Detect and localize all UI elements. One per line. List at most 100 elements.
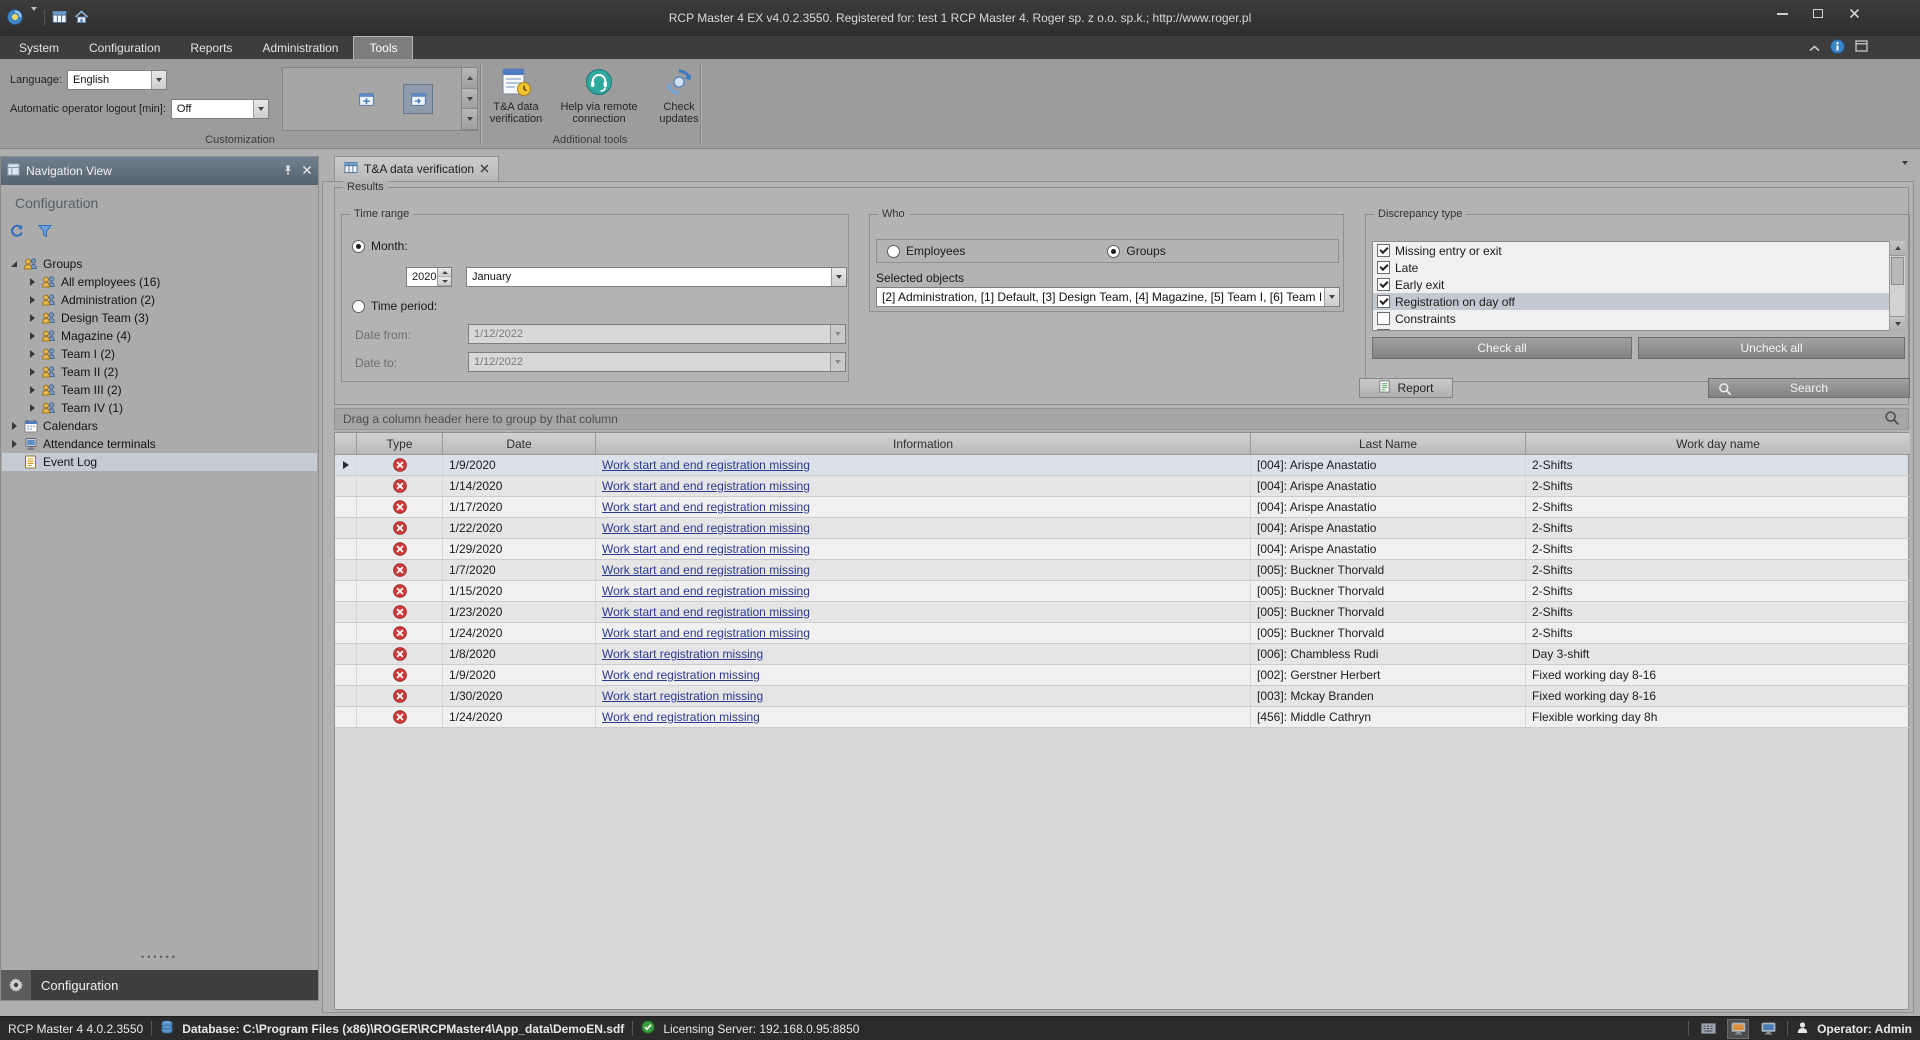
info-icon[interactable] bbox=[1830, 39, 1845, 57]
expand-icon[interactable] bbox=[26, 332, 38, 340]
discrepancy-item-early-exit[interactable]: Early exit bbox=[1373, 276, 1904, 293]
information-link[interactable]: Work start and end registration missing bbox=[602, 458, 810, 472]
app-menu-chevron-icon[interactable] bbox=[31, 11, 37, 25]
app-icon[interactable] bbox=[6, 8, 24, 29]
table-row[interactable]: 1/9/2020Work start and end registration … bbox=[335, 455, 1908, 476]
table-row[interactable]: 1/14/2020Work start and end registration… bbox=[335, 476, 1908, 497]
tree-item-magazine-4[interactable]: Magazine (4) bbox=[2, 327, 317, 345]
logout-select[interactable]: Off bbox=[171, 99, 269, 119]
tool-button-help-via-remote-connection[interactable]: Help via remote connection bbox=[555, 63, 643, 125]
table-row[interactable]: 1/30/2020Work start registration missing… bbox=[335, 686, 1908, 707]
checkbox[interactable] bbox=[1377, 261, 1390, 274]
monitor-icon[interactable] bbox=[1757, 1019, 1779, 1039]
search-button[interactable]: Search bbox=[1708, 378, 1910, 398]
scroll-up-icon[interactable] bbox=[1890, 241, 1905, 256]
table-row[interactable]: 1/17/2020Work start and end registration… bbox=[335, 497, 1908, 518]
table-row[interactable]: 1/24/2020Work end registration missing[4… bbox=[335, 707, 1908, 728]
expand-icon[interactable] bbox=[8, 440, 20, 448]
tree-item-administration-2[interactable]: Administration (2) bbox=[2, 291, 317, 309]
selected-objects-select[interactable]: [2] Administration, [1] Default, [3] Des… bbox=[876, 287, 1340, 307]
check-all-button[interactable]: Check all bbox=[1372, 337, 1632, 359]
table-row[interactable]: 1/23/2020Work start and end registration… bbox=[335, 602, 1908, 623]
tool-button-t-a-data-verification[interactable]: T&A data verification bbox=[483, 63, 549, 125]
information-link[interactable]: Work start registration missing bbox=[602, 647, 763, 661]
window-icon[interactable] bbox=[1855, 40, 1868, 55]
gallery-scroll-up-button[interactable] bbox=[462, 68, 477, 89]
filter-icon[interactable] bbox=[37, 223, 53, 242]
year-spinner[interactable]: 2020 bbox=[406, 267, 452, 287]
date-to-select[interactable]: 1/12/2022 bbox=[468, 352, 846, 372]
refresh-icon[interactable] bbox=[9, 223, 25, 242]
scrollbar-thumb[interactable] bbox=[1891, 257, 1904, 285]
expand-icon[interactable] bbox=[26, 296, 38, 304]
tab-list-chevron-icon[interactable] bbox=[1902, 165, 1908, 179]
information-link[interactable]: Work start and end registration missing bbox=[602, 479, 810, 493]
collapse-icon[interactable] bbox=[8, 261, 20, 267]
tab-ta-data-verification[interactable]: T&A data verification bbox=[334, 156, 499, 181]
discrepancy-item-late[interactable]: Late bbox=[1373, 259, 1904, 276]
gallery-dropdown-button[interactable] bbox=[462, 109, 477, 130]
menu-tab-configuration[interactable]: Configuration bbox=[74, 36, 175, 59]
information-link[interactable]: Work start and end registration missing bbox=[602, 605, 810, 619]
tree-item-event-log[interactable]: Event Log bbox=[2, 453, 317, 471]
employees-radio[interactable] bbox=[887, 245, 900, 258]
menu-tab-system[interactable]: System bbox=[4, 36, 74, 59]
expand-icon[interactable] bbox=[26, 350, 38, 358]
panel-splitter-handle[interactable]: •••••• bbox=[1, 952, 318, 962]
information-link[interactable]: Work start and end registration missing bbox=[602, 584, 810, 598]
table-row[interactable]: 1/9/2020Work end registration missing[00… bbox=[335, 665, 1908, 686]
scroll-down-icon[interactable] bbox=[1890, 316, 1905, 331]
checkbox[interactable] bbox=[1377, 295, 1390, 308]
quick-access-table-icon[interactable] bbox=[52, 10, 67, 27]
month-select[interactable]: January bbox=[466, 267, 847, 287]
table-row[interactable]: 1/22/2020Work start and end registration… bbox=[335, 518, 1908, 539]
discrepancy-item-missing-entry-or-exit[interactable]: Missing entry or exit bbox=[1373, 242, 1904, 259]
discrepancy-item-constraints[interactable]: Constraints bbox=[1373, 310, 1904, 327]
tree-item-team-i-2[interactable]: Team I (2) bbox=[2, 345, 317, 363]
groups-radio[interactable] bbox=[1107, 245, 1120, 258]
tree-item-groups[interactable]: Groups bbox=[2, 255, 317, 273]
column-header-information[interactable]: Information bbox=[596, 433, 1251, 455]
table-row[interactable]: 1/15/2020Work start and end registration… bbox=[335, 581, 1908, 602]
quick-access-home-icon[interactable] bbox=[74, 10, 89, 27]
tree-item-team-iii-2[interactable]: Team III (2) bbox=[2, 381, 317, 399]
customize-gallery-item-2[interactable] bbox=[403, 84, 433, 114]
keyboard-icon[interactable] bbox=[1697, 1019, 1719, 1039]
tree-item-team-iv-1[interactable]: Team IV (1) bbox=[2, 399, 317, 417]
report-button[interactable]: Report bbox=[1359, 378, 1453, 398]
column-header-type[interactable]: Type bbox=[357, 433, 443, 455]
maximize-button[interactable] bbox=[1800, 0, 1836, 27]
tab-close-icon[interactable] bbox=[480, 162, 489, 176]
information-link[interactable]: Work end registration missing bbox=[602, 668, 760, 682]
menu-tab-tools[interactable]: Tools bbox=[353, 36, 413, 59]
pin-icon[interactable] bbox=[282, 164, 294, 179]
tree-item-all-employees-16[interactable]: All employees (16) bbox=[2, 273, 317, 291]
close-panel-icon[interactable] bbox=[302, 164, 312, 178]
grid-search-icon[interactable] bbox=[1884, 410, 1900, 429]
month-radio[interactable] bbox=[352, 240, 365, 253]
group-by-bar[interactable]: Drag a column header here to group by th… bbox=[334, 408, 1909, 430]
tree-item-attendance-terminals[interactable]: Attendance terminals bbox=[2, 435, 317, 453]
column-header-work-day-name[interactable]: Work day name bbox=[1526, 433, 1910, 455]
customize-gallery-item-1[interactable] bbox=[351, 84, 381, 114]
minimize-button[interactable] bbox=[1764, 0, 1800, 27]
expand-icon[interactable] bbox=[26, 368, 38, 376]
collapse-ribbon-chevron-up-icon[interactable] bbox=[1809, 41, 1820, 55]
uncheck-all-button[interactable]: Uncheck all bbox=[1638, 337, 1905, 359]
information-link[interactable]: Work start and end registration missing bbox=[602, 563, 810, 577]
information-link[interactable]: Work end registration missing bbox=[602, 710, 760, 724]
menu-tab-reports[interactable]: Reports bbox=[175, 36, 247, 59]
column-header-last-name[interactable]: Last Name bbox=[1251, 433, 1526, 455]
spinner-down-icon[interactable] bbox=[438, 277, 451, 286]
discrepancy-item-registration-on-day-off[interactable]: Registration on day off bbox=[1373, 293, 1904, 310]
nav-bottom-bar[interactable]: Configuration bbox=[1, 970, 318, 1000]
time-period-radio[interactable] bbox=[352, 300, 365, 313]
information-link[interactable]: Work start and end registration missing bbox=[602, 521, 810, 535]
expand-icon[interactable] bbox=[26, 278, 38, 286]
information-link[interactable]: Work start and end registration missing bbox=[602, 500, 810, 514]
table-row[interactable]: 1/29/2020Work start and end registration… bbox=[335, 539, 1908, 560]
expand-icon[interactable] bbox=[26, 386, 38, 394]
gallery-scroll-down-button[interactable] bbox=[462, 89, 477, 110]
language-select[interactable]: English bbox=[67, 70, 167, 90]
column-header-date[interactable]: Date bbox=[443, 433, 596, 455]
